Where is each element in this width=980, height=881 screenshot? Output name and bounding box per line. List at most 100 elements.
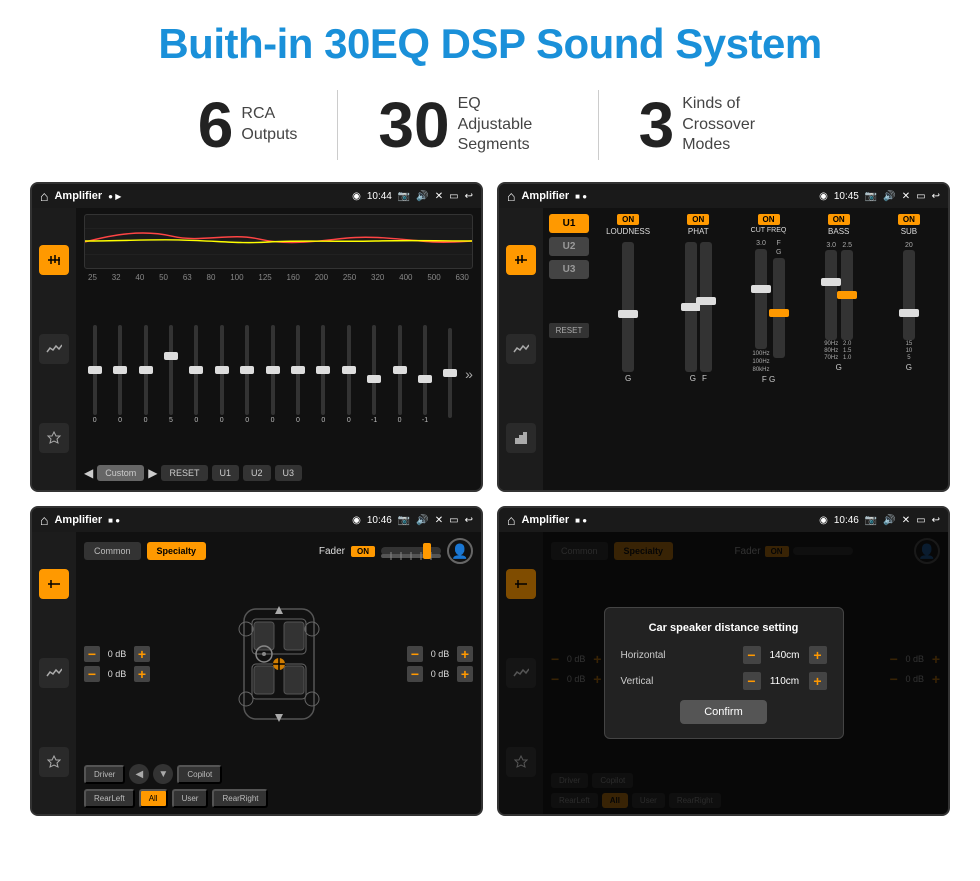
cx-rect-icon: ▭ — [916, 191, 925, 202]
fd-profile-icon[interactable]: 👤 — [447, 538, 473, 564]
eq-icon-btn-2[interactable] — [39, 334, 69, 364]
fd-all-btn[interactable]: All — [139, 789, 168, 808]
eq-slider-4[interactable]: 0 — [186, 325, 207, 424]
fd-db-br-minus[interactable]: − — [407, 666, 423, 682]
fd-db-tl-minus[interactable]: − — [84, 646, 100, 662]
fd-db-bl-minus[interactable]: − — [84, 666, 100, 682]
eq-slider-12[interactable]: 0 — [389, 325, 410, 424]
eq-reset-btn[interactable]: RESET — [161, 465, 207, 481]
fd-icon-btn-3[interactable] — [39, 747, 69, 777]
fd-location-icon: ◉ — [352, 515, 361, 526]
eq-slider-14[interactable] — [440, 328, 461, 420]
dialog-horizontal-label: Horizontal — [621, 650, 666, 661]
fd-driver-btn[interactable]: Driver — [84, 765, 125, 784]
stat-crossover-text: Kinds ofCrossover Modes — [682, 94, 782, 156]
cx-u1-btn[interactable]: U1 — [549, 214, 589, 233]
dialog-vertical-plus[interactable]: + — [809, 672, 827, 690]
cx-cutfreq-on[interactable]: ON — [758, 214, 780, 225]
dialog-screen: ⌂ Amplifier ■ ● ◉ 10:46 📷 🔊 ✕ ▭ ↩ — [497, 506, 950, 816]
cx-sub-on[interactable]: ON — [898, 214, 920, 225]
stats-row: 6 RCAOutputs 30 EQ AdjustableSegments 3 … — [30, 90, 950, 160]
fd-db-bl-plus[interactable]: + — [134, 666, 150, 682]
fd-dbs-left: − 0 dB + − 0 dB + — [84, 569, 150, 759]
cx-status-right: ◉ 10:45 📷 🔊 ✕ ▭ ↩ — [819, 191, 940, 202]
fd-icon-btn-2[interactable] — [39, 658, 69, 688]
fd-db-bl: − 0 dB + — [84, 666, 150, 682]
dialog-horizontal-plus[interactable]: + — [809, 646, 827, 664]
eq-prev-btn[interactable]: ◀ — [84, 466, 93, 480]
fd-copilot-btn[interactable]: Copilot — [177, 765, 222, 784]
cx-phat-on[interactable]: ON — [687, 214, 709, 225]
eq-slider-3[interactable]: 5 — [160, 325, 181, 424]
eq-slider-9[interactable]: 0 — [313, 325, 334, 424]
cx-status-title: Amplifier — [521, 190, 569, 202]
cx-u2-btn[interactable]: U2 — [549, 237, 589, 256]
fd-db-br-value: 0 dB — [426, 669, 454, 679]
fd-db-tr-plus[interactable]: + — [457, 646, 473, 662]
eq-slider-11[interactable]: -1 — [363, 325, 384, 424]
fd-icon-btn-1[interactable] — [39, 569, 69, 599]
fd-tab-common[interactable]: Common — [84, 542, 141, 560]
eq-icon-btn-3[interactable] — [39, 423, 69, 453]
dl-cam-icon: 📷 — [865, 515, 877, 526]
dl-screen-body: Common Specialty Fader ON 👤 −0 dB+ −0 dB… — [499, 532, 948, 814]
eq-icon-btn-1[interactable] — [39, 245, 69, 275]
dialog-horizontal-minus[interactable]: − — [743, 646, 761, 664]
cx-ctrl-sub: ON SUB 20 15 10 5 — [876, 214, 942, 484]
dialog-vertical-minus[interactable]: − — [743, 672, 761, 690]
fd-user-btn[interactable]: User — [172, 789, 209, 808]
stat-crossover-number: 3 — [639, 93, 675, 157]
eq-slider-6[interactable]: 0 — [236, 325, 257, 424]
fd-db-tl-plus[interactable]: + — [134, 646, 150, 662]
fd-down-arrow[interactable]: ▼ — [153, 764, 173, 784]
fd-left-arrow[interactable]: ◀ — [129, 764, 149, 784]
eq-u3-btn[interactable]: U3 — [275, 465, 303, 481]
cx-bass-on[interactable]: ON — [828, 214, 850, 225]
cx-icon-btn-3[interactable] — [506, 423, 536, 453]
eq-slider-2[interactable]: 0 — [135, 325, 156, 424]
dl-status-left: ⌂ Amplifier ■ ● — [507, 512, 587, 528]
eq-slider-5[interactable]: 0 — [211, 325, 232, 424]
fd-dbs-right: − 0 dB + − 0 dB + — [407, 569, 473, 759]
cx-back-icon: ↩ — [932, 191, 940, 202]
eq-slider-1[interactable]: 0 — [109, 325, 130, 424]
cx-x-icon: ✕ — [902, 191, 910, 202]
eq-preset-custom[interactable]: Custom — [97, 465, 144, 481]
fd-db-tr-minus[interactable]: − — [407, 646, 423, 662]
fd-x-icon: ✕ — [435, 515, 443, 526]
eq-expand-icon[interactable]: » — [465, 366, 473, 382]
eq-next-btn[interactable]: ▶ — [148, 466, 157, 480]
fd-db-tr: − 0 dB + — [407, 646, 473, 662]
eq-slider-13[interactable]: -1 — [414, 325, 435, 424]
fd-rearright-btn[interactable]: RearRight — [212, 789, 268, 808]
dl-location-icon: ◉ — [819, 515, 828, 526]
eq-slider-8[interactable]: 0 — [287, 325, 308, 424]
eq-u2-btn[interactable]: U2 — [243, 465, 271, 481]
cx-icon-btn-2[interactable] — [506, 334, 536, 364]
cx-controls: ON LOUDNESS G ON PHAT — [595, 214, 942, 484]
fd-on-toggle[interactable]: ON — [351, 546, 375, 557]
eq-location-icon: ◉ — [352, 191, 361, 202]
eq-u1-btn[interactable]: U1 — [212, 465, 240, 481]
fd-fader-slider[interactable] — [381, 547, 441, 555]
eq-time: 10:44 — [367, 191, 392, 202]
crossover-screen: ⌂ Amplifier ■ ● ◉ 10:45 📷 🔊 ✕ ▭ ↩ — [497, 182, 950, 492]
cx-reset-btn[interactable]: RESET — [549, 323, 589, 338]
fd-db-br-plus[interactable]: + — [457, 666, 473, 682]
eq-slider-7[interactable]: 0 — [262, 325, 283, 424]
fd-bottom-bar: Driver ◀ ▼ Copilot — [84, 764, 473, 784]
cx-location-icon: ◉ — [819, 191, 828, 202]
dialog-box: Car speaker distance setting Horizontal … — [604, 607, 844, 739]
dialog-vertical-label: Vertical — [621, 676, 654, 687]
dialog-confirm-button[interactable]: Confirm — [680, 700, 767, 724]
eq-slider-10[interactable]: 0 — [338, 325, 359, 424]
cx-ctrl-loudness: ON LOUDNESS G — [595, 214, 661, 484]
cx-loudness-on[interactable]: ON — [617, 214, 639, 225]
fd-tab-specialty[interactable]: Specialty — [147, 542, 207, 560]
cx-u3-btn[interactable]: U3 — [549, 260, 589, 279]
fd-rearleft-btn[interactable]: RearLeft — [84, 789, 135, 808]
cx-icon-btn-1[interactable] — [506, 245, 536, 275]
eq-slider-0[interactable]: 0 — [84, 325, 105, 424]
cx-status-bar: ⌂ Amplifier ■ ● ◉ 10:45 📷 🔊 ✕ ▭ ↩ — [499, 184, 948, 208]
cx-status-left: ⌂ Amplifier ■ ● — [507, 188, 587, 204]
